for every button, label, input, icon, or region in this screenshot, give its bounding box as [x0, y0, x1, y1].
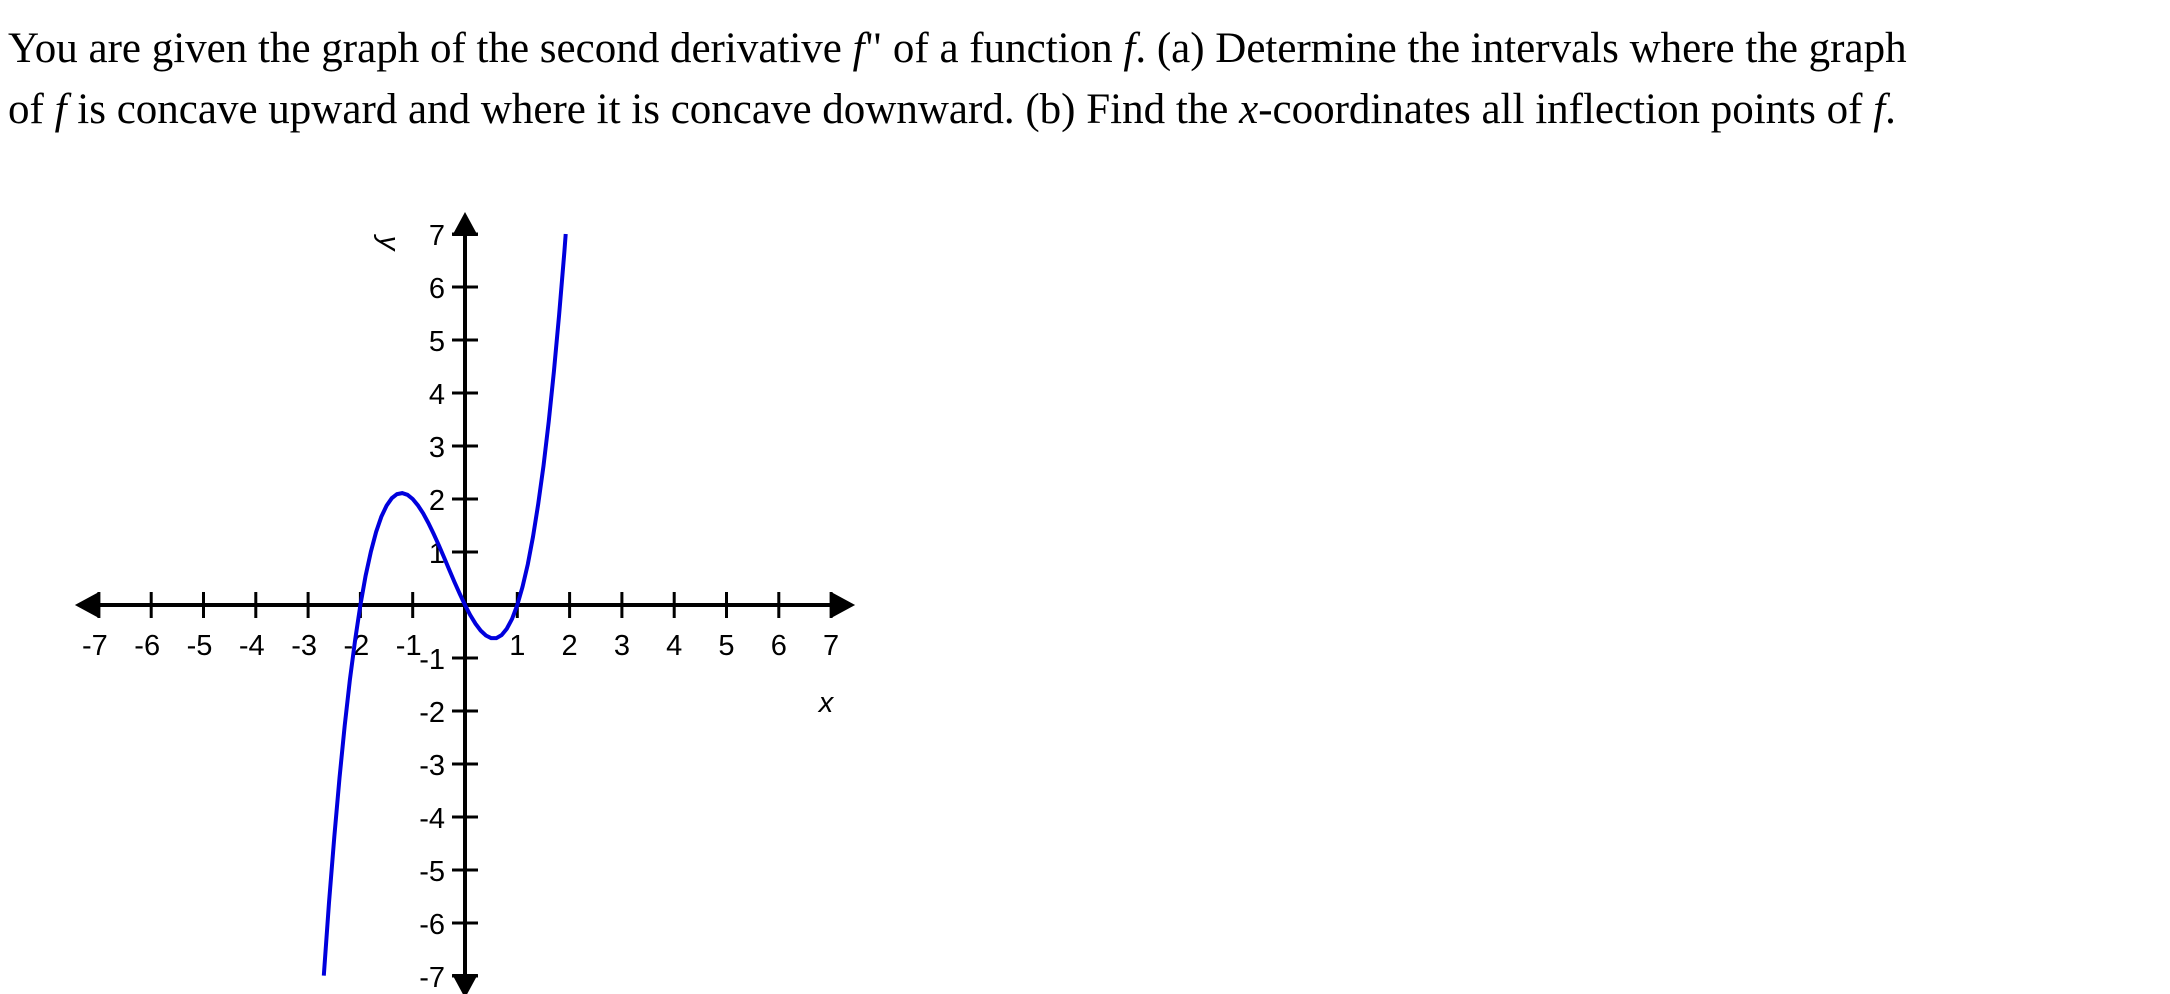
x-tick-label: 6: [771, 630, 787, 662]
x-tick-label: 5: [718, 630, 734, 662]
x-tick-label: 2: [562, 630, 578, 662]
x-axis-right-arrow: [831, 592, 856, 618]
y-tick-label: 2: [429, 485, 445, 517]
x-tick-label: -7: [82, 630, 108, 662]
y-tick-label: 4: [429, 379, 445, 411]
y-tick-label: 7: [429, 220, 445, 252]
y-axis-label: y: [373, 234, 405, 252]
x-tick-label: -5: [187, 630, 213, 662]
second-derivative-graph: -7 -6 -5 -4 -3 -2 -1 1 2 3 4 5 6 77654321-1-2-3-4-5-6…: [74, 212, 856, 994]
y-tick-label: 5: [429, 326, 445, 358]
y-tick-label: -1: [419, 644, 445, 676]
y-axis-up-arrow: [452, 212, 478, 236]
x-tick-label: 3: [614, 630, 630, 662]
y-tick-label: -4: [419, 803, 445, 835]
x-tick-label: -6: [134, 630, 160, 662]
x-tick-label: -3: [291, 630, 317, 662]
x-axis-left-arrow: [74, 592, 99, 618]
y-tick-label: 6: [429, 273, 445, 305]
y-tick-label: -5: [419, 856, 445, 888]
x-tick-label: -4: [239, 630, 265, 662]
y-tick-label: -3: [419, 750, 445, 782]
y-tick-label: -7: [419, 962, 445, 994]
x-tick-label: -1: [396, 630, 422, 662]
y-tick-label: -2: [419, 697, 445, 729]
x-axis-label: x: [817, 687, 835, 719]
y-tick-label: -6: [419, 909, 445, 941]
x-tick-label: 1: [509, 630, 525, 662]
x-tick-label: 4: [666, 630, 682, 662]
y-tick-label: 3: [429, 432, 445, 464]
x-tick-label: 7: [823, 630, 839, 662]
